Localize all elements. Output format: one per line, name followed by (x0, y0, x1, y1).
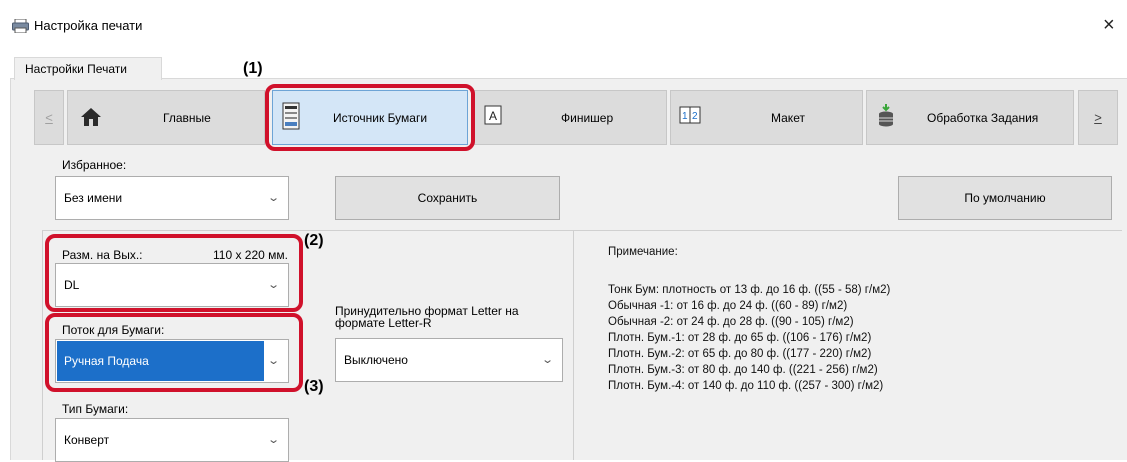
layout-icon: 1 2 (679, 106, 701, 124)
column-divider (573, 230, 574, 460)
callout-2-number: (2) (304, 232, 324, 249)
callout-3-number: (3) (304, 378, 324, 395)
default-button[interactable]: По умолчанию (898, 176, 1112, 220)
force-letter-label: Принудительно формат Letter на формате L… (335, 304, 519, 330)
notes-line: Обычная -2: от 24 ф. до 28 ф. ((90 - 105… (608, 316, 854, 328)
favorites-select[interactable]: Без имени ⌄ (55, 176, 289, 220)
job-handling-icon (879, 104, 893, 127)
callout-3-frame (45, 313, 303, 392)
default-label: По умолчанию (964, 191, 1046, 205)
svg-text:A: A (489, 109, 497, 123)
toolbar-main-label: Главные (163, 111, 211, 125)
callout-1-number: (1) (243, 60, 263, 77)
notes-line: Плотн. Бум.-1: от 28 ф. до 65 ф. ((106 -… (608, 332, 872, 344)
save-button[interactable]: Сохранить (335, 176, 560, 220)
callout-2-frame (45, 234, 303, 312)
force-letter-value: Выключено (344, 353, 408, 367)
toolbar-prev-button[interactable]: < (34, 90, 64, 145)
toolbar-next-label: > (1094, 110, 1102, 125)
window-title: Настройка печати (34, 18, 143, 33)
notes-title: Примечание: (608, 246, 678, 258)
close-icon[interactable]: × (1103, 14, 1115, 37)
force-letter-select[interactable]: Выключено ⌄ (335, 338, 563, 382)
toolbar-layout-button[interactable]: 1 2 Макет (670, 90, 863, 145)
toolbar-layout-label: Макет (771, 111, 805, 125)
paper-type-label: Тип Бумаги: (62, 402, 129, 416)
section-divider (42, 230, 1122, 231)
notes-line: Плотн. Бум.-2: от 65 ф. до 80 ф. ((177 -… (608, 348, 872, 360)
printer-icon (12, 19, 29, 33)
finisher-icon: A (484, 105, 502, 125)
notes-line: Плотн. Бум.-3: от 80 ф. до 140 ф. ((221 … (608, 364, 878, 376)
toolbar-prev-label: < (45, 110, 53, 125)
svg-text:2: 2 (692, 111, 698, 122)
home-icon (81, 108, 101, 126)
notes-line: Плотн. Бум.-4: от 140 ф. до 110 ф. ((257… (608, 380, 884, 392)
chevron-down-icon: ⌄ (266, 192, 280, 204)
toolbar-main-button[interactable]: Главные (67, 90, 265, 145)
chevron-down-icon: ⌄ (266, 434, 280, 446)
toolbar-next-button[interactable]: > (1078, 90, 1118, 145)
toolbar-job-handling-label: Обработка Задания (927, 111, 1039, 125)
toolbar-finisher-button[interactable]: A Финишер (474, 90, 667, 145)
toolbar-finisher-label: Финишер (561, 111, 614, 125)
favorites-value: Без имени (64, 191, 123, 205)
favorites-label: Избранное: (62, 158, 127, 172)
notes-line: Обычная -1: от 16 ф. до 24 ф. ((60 - 89)… (608, 300, 848, 312)
tab-print-settings[interactable]: Настройки Печати (14, 57, 162, 80)
title-bar (0, 0, 1127, 46)
callout-1-frame (265, 84, 475, 151)
svg-text:1: 1 (682, 111, 688, 122)
toolbar-job-handling-button[interactable]: Обработка Задания (866, 90, 1074, 145)
left-border (42, 230, 43, 460)
save-label: Сохранить (417, 191, 478, 205)
paper-type-value: Конверт (64, 433, 110, 447)
chevron-down-icon: ⌄ (540, 354, 554, 366)
notes-line: Тонк Бум: плотность от 13 ф. до 16 ф. ((… (608, 284, 891, 296)
paper-type-select[interactable]: Конверт ⌄ (55, 418, 289, 462)
